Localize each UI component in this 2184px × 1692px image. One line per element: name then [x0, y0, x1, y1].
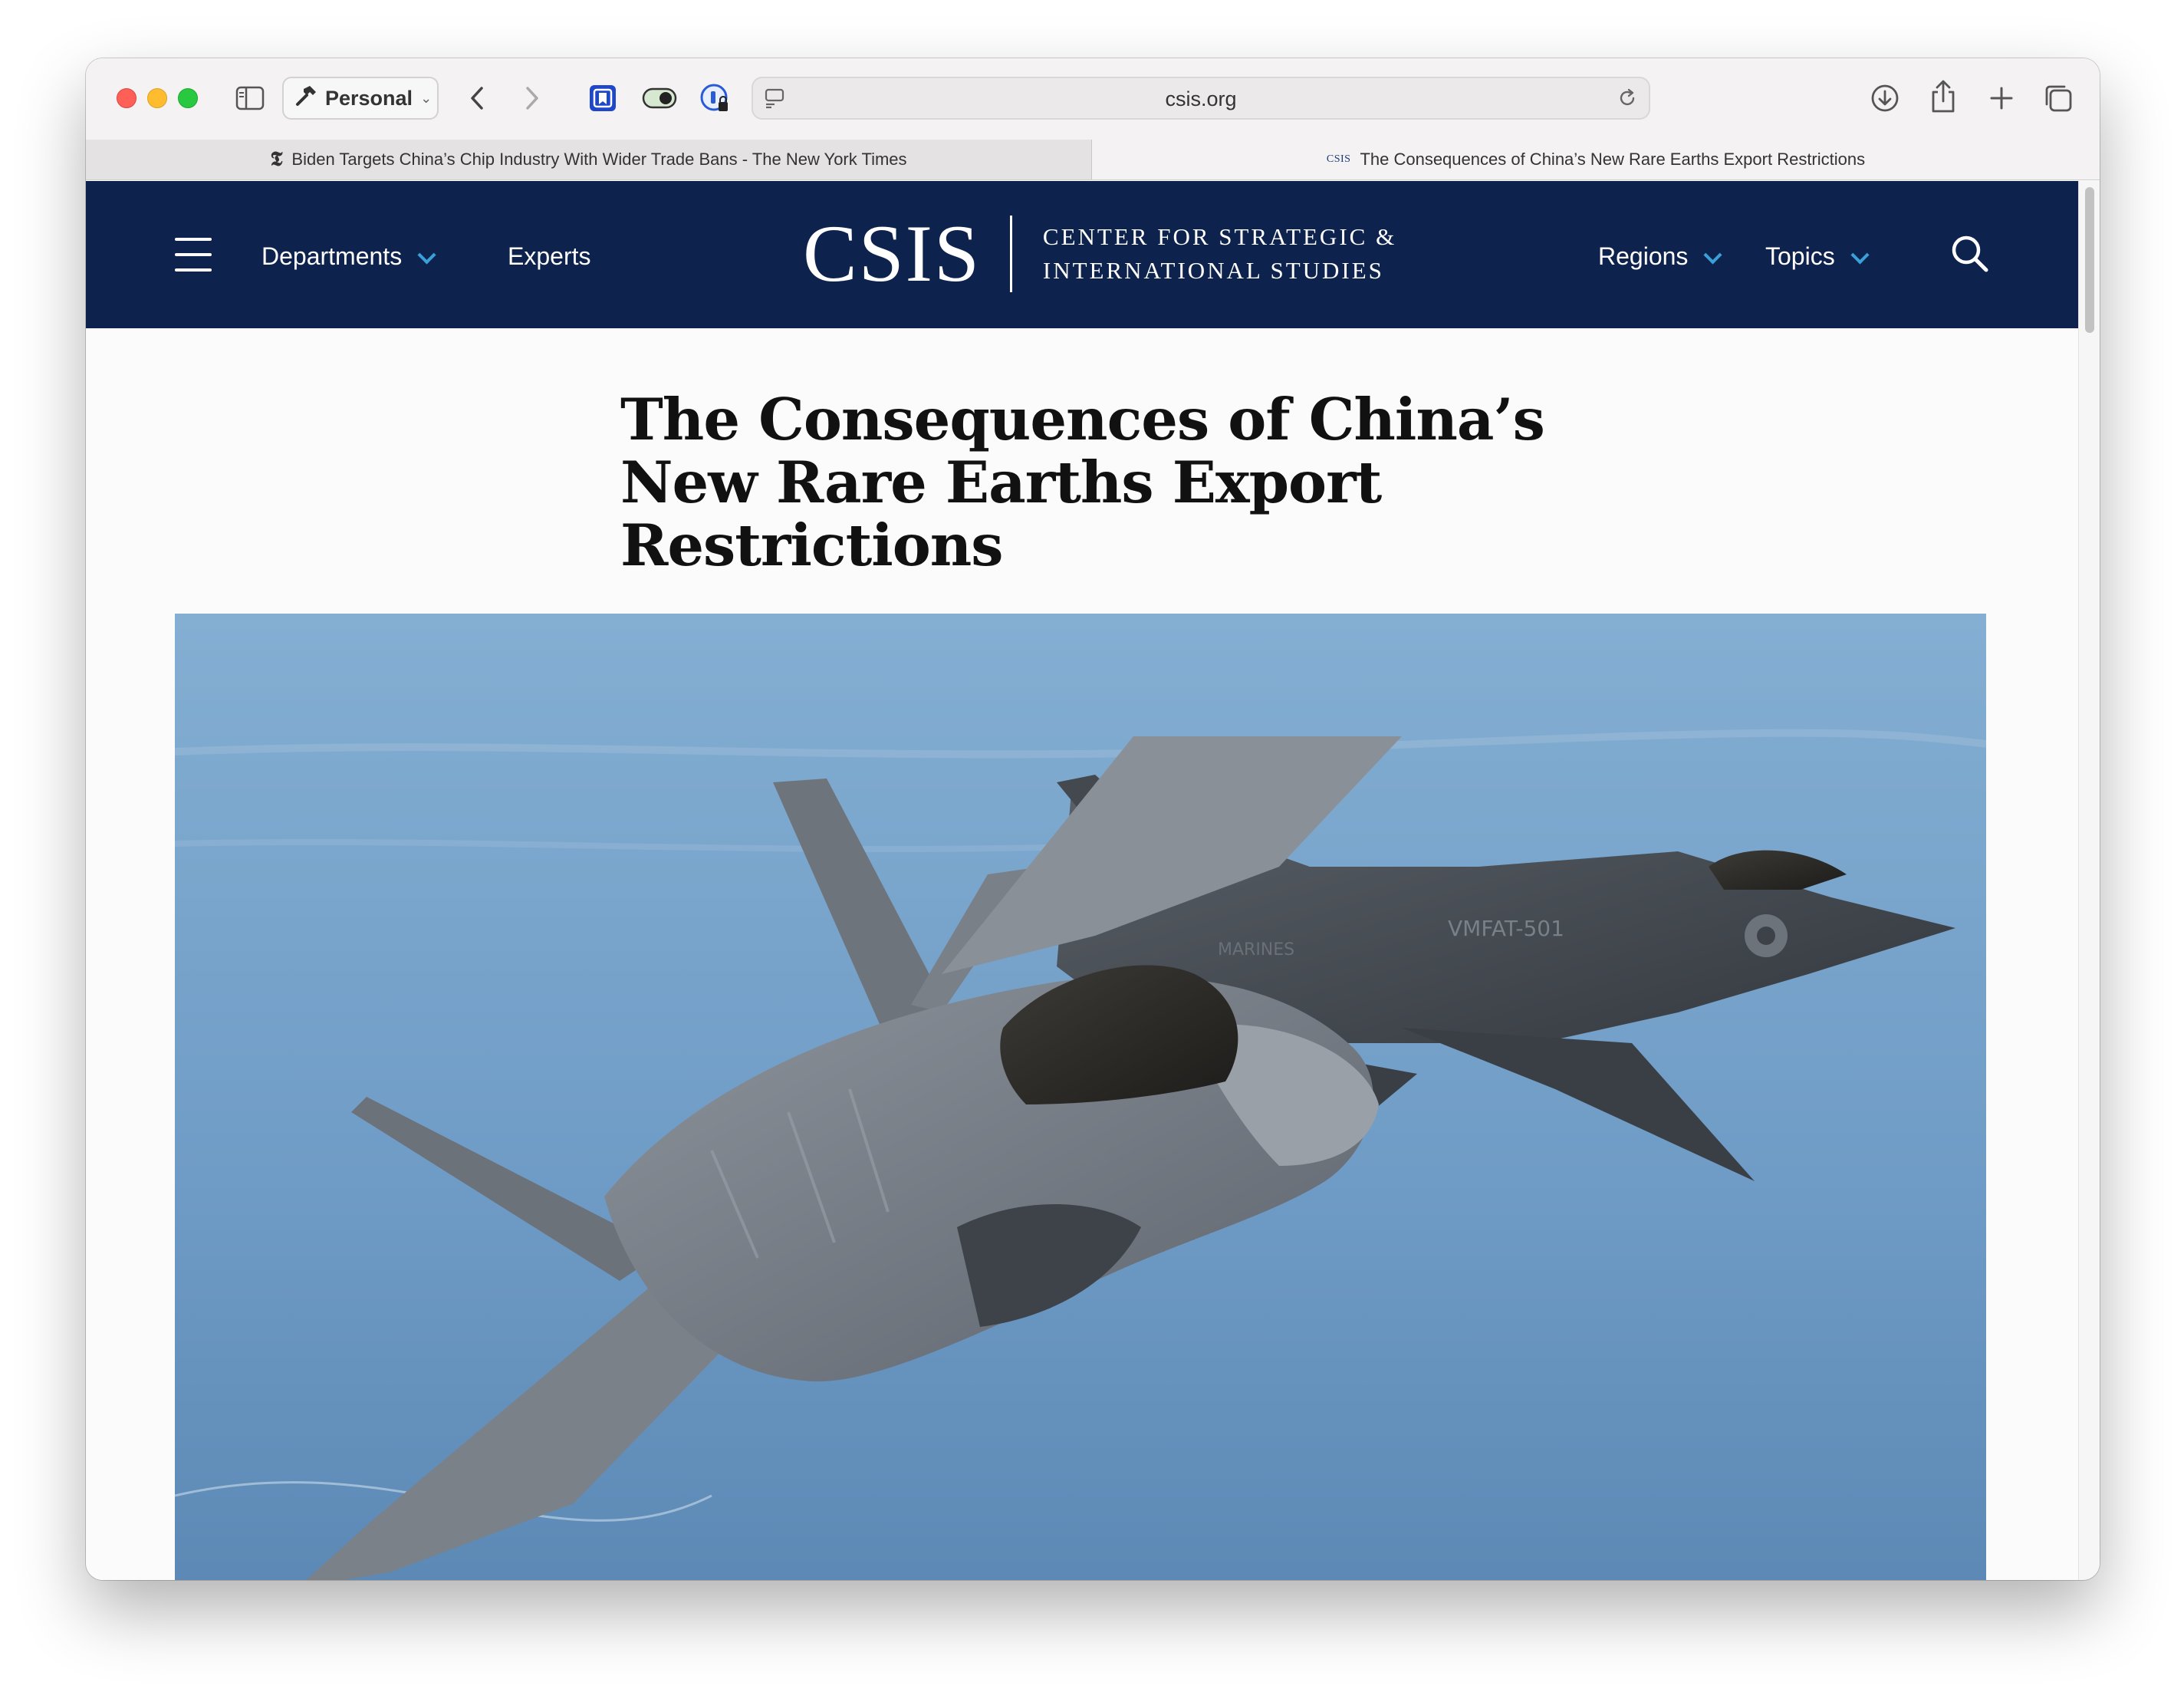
tab-csis[interactable]: CSIS The Consequences of China’s New Rar… — [1092, 140, 2100, 179]
hammer-icon — [294, 84, 317, 113]
tab-overview-icon[interactable] — [2041, 81, 2075, 115]
page-content: Departments Experts CSIS CENTER FOR STRA… — [86, 181, 2078, 1580]
address-bar[interactable]: csis.org — [752, 77, 1650, 120]
tab-bar: 𝕿 Biden Targets China’s Chip Industry Wi… — [86, 140, 2100, 180]
marines-marking: MARINES — [1218, 940, 1294, 960]
chevron-down-icon — [1703, 245, 1722, 265]
search-icon[interactable] — [1949, 233, 1991, 275]
password-manager-icon[interactable] — [698, 81, 732, 115]
page-scrollbar[interactable] — [2078, 181, 2100, 1580]
profile-label: Personal — [325, 86, 413, 110]
logo-line-2: INTERNATIONAL STUDIES — [1042, 257, 1384, 284]
minimize-window-button[interactable] — [147, 88, 167, 108]
csis-favicon-icon: CSIS — [1326, 153, 1351, 165]
browser-window: Personal ⌄ csis.org 𝕿 Biden Targets Chin… — [86, 58, 2100, 1580]
nav-regions-label: Regions — [1598, 242, 1689, 270]
sidebar-toggle-icon[interactable] — [235, 83, 265, 114]
scrollbar-thumb[interactable] — [2085, 187, 2094, 333]
share-icon[interactable] — [1926, 78, 1960, 115]
new-tab-icon[interactable] — [1985, 81, 2018, 115]
tab-label: Biden Targets China’s Chip Industry With… — [291, 150, 907, 169]
zoom-window-button[interactable] — [178, 88, 198, 108]
nav-experts[interactable]: Experts — [508, 242, 590, 271]
nytimes-favicon-icon: 𝕿 — [270, 147, 283, 170]
chevron-down-icon: ⌄ — [420, 90, 433, 106]
close-window-button[interactable] — [117, 88, 136, 108]
site-header: Departments Experts CSIS CENTER FOR STRA… — [86, 181, 2078, 328]
logo-wordmark: CSIS — [803, 209, 981, 298]
chevron-down-icon — [1850, 245, 1870, 265]
reload-icon[interactable] — [1617, 87, 1638, 113]
nav-regions[interactable]: Regions — [1598, 242, 1722, 271]
nav-experts-label: Experts — [508, 242, 591, 270]
chevron-down-icon — [417, 245, 436, 265]
browser-toolbar: Personal ⌄ csis.org — [86, 58, 2100, 140]
hero-image: VMFAT-501 MARINES — [175, 614, 1986, 1580]
nav-departments-label: Departments — [261, 242, 403, 270]
address-url: csis.org — [1165, 87, 1237, 110]
csis-logo[interactable]: CSIS CENTER FOR STRATEGIC & INTERNATIONA… — [803, 212, 1396, 296]
downloads-icon[interactable] — [1868, 81, 1902, 115]
tail-marking: VMFAT-501 — [1448, 916, 1564, 941]
tab-label: The Consequences of China’s New Rare Ear… — [1360, 150, 1866, 169]
hamburger-menu-icon[interactable] — [175, 238, 212, 272]
profile-switcher[interactable]: Personal ⌄ — [282, 77, 439, 120]
logo-line-1: CENTER FOR STRATEGIC & — [1042, 223, 1397, 250]
nav-topics-label: Topics — [1765, 242, 1835, 270]
logo-divider — [1009, 216, 1012, 292]
fighter-jets-photo: VMFAT-501 MARINES — [175, 614, 1986, 1580]
article-title: The Consequences of China’s New Rare Ear… — [620, 386, 1545, 579]
forward-button[interactable] — [517, 81, 548, 115]
toggle-extension-icon[interactable] — [641, 84, 678, 112]
back-button[interactable] — [462, 81, 492, 115]
nav-departments[interactable]: Departments — [261, 242, 436, 271]
bookmark-extension-icon[interactable] — [587, 83, 618, 114]
nav-topics[interactable]: Topics — [1765, 242, 1870, 271]
tab-nytimes[interactable]: 𝕿 Biden Targets China’s Chip Industry Wi… — [86, 140, 1092, 179]
